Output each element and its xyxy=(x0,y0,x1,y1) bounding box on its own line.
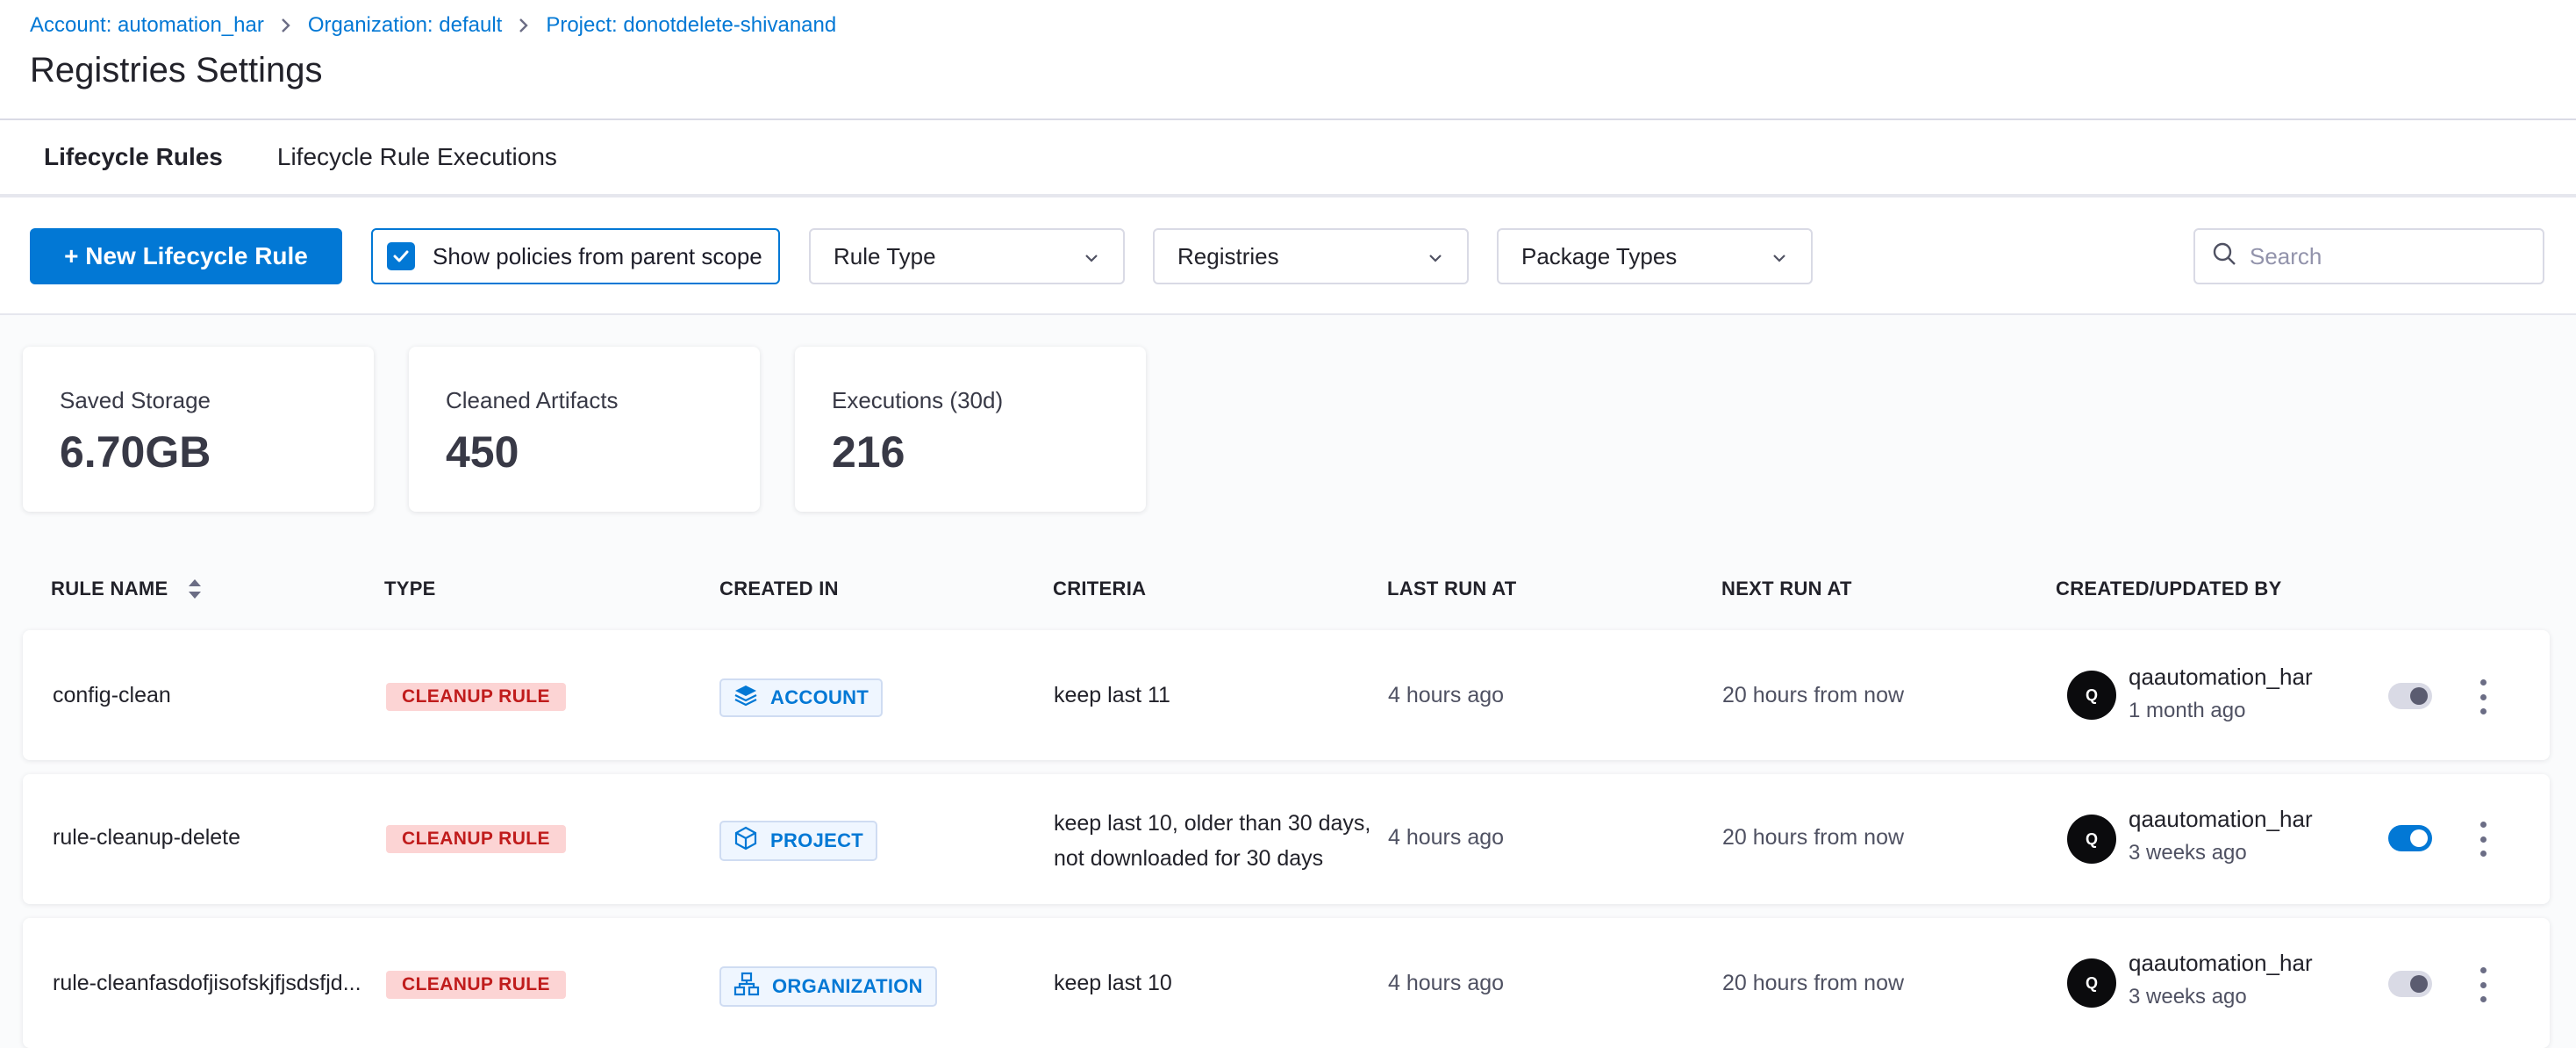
more-options-icon[interactable] xyxy=(2478,967,2488,1002)
enable-toggle[interactable] xyxy=(2388,971,2432,997)
column-created-updated-by: CREATED/UPDATED BY xyxy=(2056,578,2282,599)
column-last-run-at: LAST RUN AT xyxy=(1387,578,1517,599)
org-hierarchy-icon xyxy=(733,972,772,1001)
rule-type-label: Rule Type xyxy=(834,242,936,269)
column-criteria: CRITERIA xyxy=(1053,578,1147,599)
avatar: Q xyxy=(2067,671,2116,720)
column-type: TYPE xyxy=(384,578,436,599)
registries-dropdown[interactable]: Registries xyxy=(1153,228,1469,284)
stat-label: Executions (30d) xyxy=(832,387,1004,413)
breadcrumb: Account: automation_har Organization: de… xyxy=(30,13,836,38)
tab-lifecycle-rule-executions[interactable]: Lifecycle Rule Executions xyxy=(277,143,557,194)
chevron-right-icon xyxy=(280,17,292,34)
stat-cleaned-artifacts: Cleaned Artifacts 450 xyxy=(409,347,760,512)
stat-saved-storage: Saved Storage 6.70GB xyxy=(23,347,374,512)
page-header: Account: automation_har Organization: de… xyxy=(0,0,2576,120)
updated-time: 3 weeks ago xyxy=(2129,985,2247,1009)
toggle-knob xyxy=(2410,829,2428,847)
search-box xyxy=(2193,228,2544,284)
enable-toggle[interactable] xyxy=(2388,683,2432,709)
criteria-line: keep last 10, older than 30 days, xyxy=(1054,811,1371,836)
package-types-label: Package Types xyxy=(1521,242,1678,269)
layers-icon xyxy=(733,684,770,712)
table-row[interactable]: rule-cleanfasdofjisofskjfjsdsfjd... CLEA… xyxy=(23,918,2550,1048)
criteria: keep last 10 xyxy=(1054,971,1172,996)
chevron-down-icon xyxy=(1771,243,1788,270)
more-options-icon[interactable] xyxy=(2478,679,2488,714)
registries-label: Registries xyxy=(1177,242,1279,269)
tab-bar: Lifecycle Rules Lifecycle Rule Execution… xyxy=(0,120,2576,197)
avatar: Q xyxy=(2067,815,2116,864)
chevron-down-icon xyxy=(1427,243,1444,270)
more-options-icon[interactable] xyxy=(2478,822,2488,857)
stat-label: Cleaned Artifacts xyxy=(446,387,619,413)
scope-label: ORGANIZATION xyxy=(772,975,923,997)
rule-type-dropdown[interactable]: Rule Type xyxy=(809,228,1125,284)
column-label: RULE NAME xyxy=(51,578,168,599)
stat-value: 6.70GB xyxy=(60,427,211,477)
criteria: keep last 10, older than 30 days, not do… xyxy=(1054,806,1370,876)
enable-toggle[interactable] xyxy=(2388,825,2432,851)
type-badge: CLEANUP RULE xyxy=(386,971,566,999)
next-run-at: 20 hours from now xyxy=(1722,825,1905,850)
chevron-down-icon xyxy=(1083,243,1100,270)
scope-badge: PROJECT xyxy=(719,821,878,861)
type-badge: CLEANUP RULE xyxy=(386,825,566,853)
criteria-line: not downloaded for 30 days xyxy=(1054,846,1324,871)
next-run-at: 20 hours from now xyxy=(1722,683,1905,707)
tab-lifecycle-rules[interactable]: Lifecycle Rules xyxy=(44,143,223,194)
parent-scope-checkbox[interactable]: Show policies from parent scope xyxy=(371,228,780,284)
toggle-knob xyxy=(2410,975,2428,993)
rule-name[interactable]: rule-cleanfasdofjisofskjfjsdsfjd... xyxy=(53,971,361,996)
rule-name[interactable]: rule-cleanup-delete xyxy=(53,825,240,851)
criteria-line: keep last 11 xyxy=(1054,683,1170,707)
column-rule-name[interactable]: RULE NAME xyxy=(51,578,203,600)
last-run-at: 4 hours ago xyxy=(1388,971,1505,995)
next-run-at: 20 hours from now xyxy=(1722,971,1905,995)
sort-icon[interactable] xyxy=(187,578,203,600)
parent-scope-label: Show policies from parent scope xyxy=(433,242,762,269)
stats-cards: Saved Storage 6.70GB Cleaned Artifacts 4… xyxy=(23,347,1181,512)
breadcrumb-project[interactable]: Project: donotdelete-shivanand xyxy=(546,13,836,38)
criteria-line: keep last 10 xyxy=(1054,971,1172,995)
scope-badge: ORGANIZATION xyxy=(719,966,937,1007)
scope-label: PROJECT xyxy=(770,829,864,851)
stat-executions: Executions (30d) 216 xyxy=(795,347,1146,512)
rule-name[interactable]: config-clean xyxy=(53,683,171,708)
search-icon xyxy=(2211,240,2237,273)
last-run-at: 4 hours ago xyxy=(1388,825,1505,850)
avatar: Q xyxy=(2067,958,2116,1008)
cube-icon xyxy=(733,826,770,856)
type-badge: CLEANUP RULE xyxy=(386,683,566,711)
scope-badge: ACCOUNT xyxy=(719,678,884,717)
updated-time: 3 weeks ago xyxy=(2129,841,2247,865)
table-header: RULE NAME TYPE CREATED IN CRITERIA LAST … xyxy=(23,574,2550,604)
toolbar: + New Lifecycle Rule Show policies from … xyxy=(0,197,2576,315)
criteria: keep last 11 xyxy=(1054,683,1170,708)
user-name: qaautomation_har xyxy=(2129,950,2313,976)
column-created-in: CREATED IN xyxy=(719,578,839,599)
chevron-right-icon xyxy=(518,17,530,34)
new-lifecycle-rule-button[interactable]: + New Lifecycle Rule xyxy=(30,228,342,284)
checkmark-icon xyxy=(387,242,415,270)
scope-label: ACCOUNT xyxy=(770,686,869,708)
stat-label: Saved Storage xyxy=(60,387,211,413)
toggle-knob xyxy=(2410,687,2428,705)
column-next-run-at: NEXT RUN AT xyxy=(1721,578,1852,599)
user-name: qaautomation_har xyxy=(2129,664,2313,690)
package-types-dropdown[interactable]: Package Types xyxy=(1497,228,1813,284)
user-name: qaautomation_har xyxy=(2129,806,2313,832)
stat-value: 450 xyxy=(446,427,519,477)
stat-value: 216 xyxy=(832,427,905,477)
table-row[interactable]: config-clean CLEANUP RULE ACCOUNT keep l… xyxy=(23,630,2550,760)
updated-time: 1 month ago xyxy=(2129,699,2246,722)
search-input[interactable] xyxy=(2250,242,2530,270)
table-row[interactable]: rule-cleanup-delete CLEANUP RULE PROJECT… xyxy=(23,774,2550,904)
breadcrumb-account[interactable]: Account: automation_har xyxy=(30,13,264,38)
breadcrumb-organization[interactable]: Organization: default xyxy=(308,13,502,38)
page-title: Registries Settings xyxy=(30,51,323,90)
last-run-at: 4 hours ago xyxy=(1388,683,1505,707)
